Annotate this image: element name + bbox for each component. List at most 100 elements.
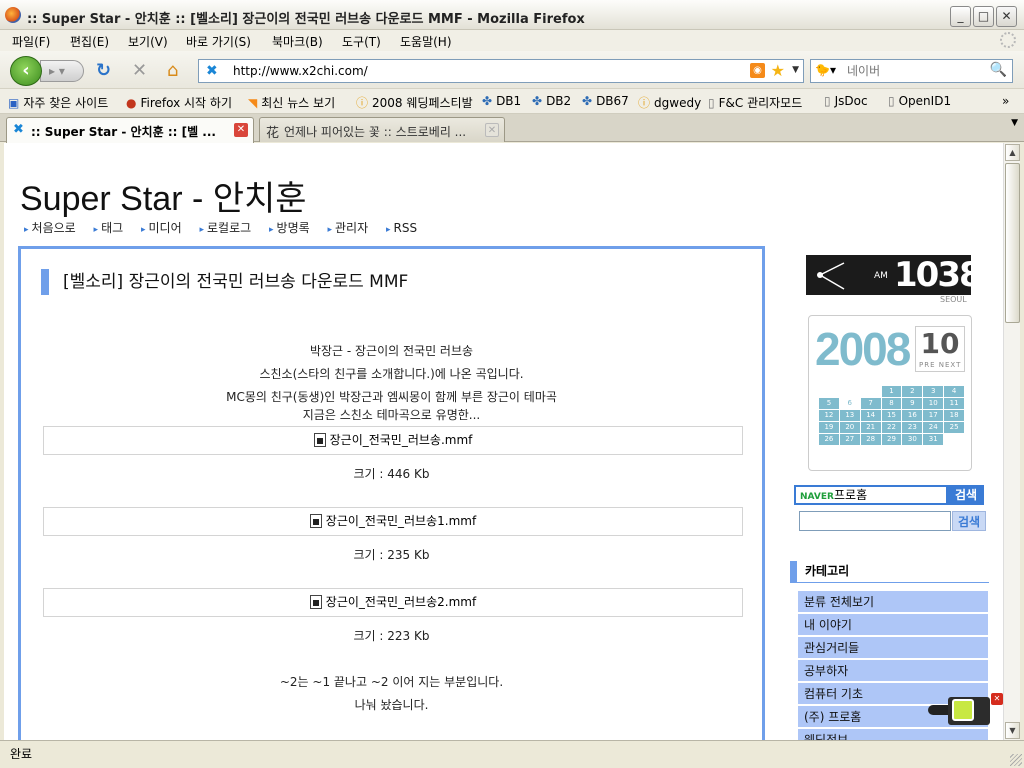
calendar-day[interactable]: 19	[819, 422, 839, 433]
calendar-day[interactable]: 30	[902, 434, 923, 445]
calendar-day[interactable]: 12	[819, 410, 839, 421]
blog-search-button[interactable]: 검색	[952, 511, 986, 531]
bookmark-star-icon[interactable]: ★	[771, 61, 785, 80]
blog-title[interactable]: Super Star - 안치훈	[20, 171, 307, 220]
calendar-day[interactable]: 25	[944, 422, 965, 433]
bookmark-item[interactable]: ✤ DB67	[582, 94, 629, 108]
calendar-day[interactable]: 22	[881, 422, 902, 433]
url-bar[interactable]: ✖ http://www.x2chi.com/ ◉ ★ ▼	[198, 59, 804, 83]
calendar-day[interactable]: 10	[923, 398, 944, 409]
bookmark-item[interactable]: ▯ JsDoc	[824, 94, 868, 108]
calendar-day[interactable]: 26	[819, 434, 839, 445]
calendar-day[interactable]: 18	[944, 410, 965, 421]
stop-icon[interactable]: ✕	[132, 61, 147, 81]
attachment-link[interactable]: 장근이_전국민_러브송1.mmf	[43, 507, 743, 536]
minimize-button[interactable]: _	[950, 6, 971, 27]
bookmark-item[interactable]: ⓘ dgwedy	[638, 94, 701, 111]
nav-media[interactable]: 미디어	[141, 219, 182, 236]
calendar-day[interactable]: 11	[944, 398, 965, 409]
bookmark-item[interactable]: ● Firefox 시작 하기	[126, 94, 232, 111]
calendar-day[interactable]: 31	[923, 434, 944, 445]
naver-search-button[interactable]: 검색	[948, 485, 984, 505]
calendar-day[interactable]: 24	[923, 422, 944, 433]
calendar-day[interactable]: 6	[839, 398, 860, 409]
calendar-day[interactable]: 5	[819, 398, 839, 409]
bookmark-item[interactable]: ✤ DB1	[482, 94, 521, 108]
nav-admin[interactable]: 관리자	[327, 219, 368, 236]
floating-note-widget[interactable]: ✕	[928, 691, 1003, 725]
close-tab-icon[interactable]: ✕	[485, 123, 499, 137]
resize-grip-icon[interactable]	[1010, 754, 1022, 766]
search-go-icon[interactable]: 🔍	[990, 62, 1007, 78]
scroll-up-icon[interactable]: ▲	[1005, 144, 1020, 161]
bookmark-item[interactable]: ▣ 자주 찾은 사이트	[8, 94, 108, 111]
bookmark-item[interactable]: ◥ 최신 뉴스 보기	[248, 94, 335, 111]
bookmarks-overflow-button[interactable]: »	[1002, 94, 1009, 108]
search-engine-icon[interactable]: 🐤▾	[815, 63, 843, 79]
calendar-day[interactable]: 23	[902, 422, 923, 433]
url-text[interactable]: http://www.x2chi.com/	[233, 64, 368, 78]
calendar-day[interactable]: 17	[923, 410, 944, 421]
close-tab-icon[interactable]: ✕	[234, 123, 248, 137]
maximize-button[interactable]: □	[973, 6, 994, 27]
category-item[interactable]: 관심거리들	[798, 637, 988, 659]
tab-list-dropdown-icon[interactable]: ▼	[1011, 118, 1018, 128]
scroll-thumb[interactable]	[1005, 163, 1020, 323]
bookmark-item[interactable]: ⓘ 2008 웨딩페스티발	[356, 94, 473, 111]
post-title[interactable]: [벨소리] 장근이의 전국민 러브송 다운로드 MMF	[41, 269, 408, 295]
calendar-day[interactable]: 7	[860, 398, 881, 409]
search-input[interactable]	[847, 63, 987, 79]
forward-button[interactable]: ▸ ▾	[40, 60, 84, 82]
attachment-link[interactable]: 장근이_전국민_러브송.mmf	[43, 426, 743, 455]
blog-search-input[interactable]	[799, 511, 951, 531]
menu-edit[interactable]: 편집(E)	[70, 33, 109, 50]
calendar-day[interactable]: 15	[881, 410, 902, 421]
rss-feed-icon[interactable]: ◉	[750, 63, 765, 78]
bookmark-item[interactable]: ▯ OpenID1	[888, 94, 951, 108]
tab-strawberry[interactable]: 花 언제나 피어있는 꽃 :: 스트로베리 ... ✕	[259, 117, 505, 142]
vertical-scrollbar[interactable]: ▲ ▼	[1003, 143, 1020, 740]
menu-view[interactable]: 보기(V)	[128, 33, 168, 50]
calendar-prev-button[interactable]: PRE	[919, 361, 936, 369]
calendar-day[interactable]: 2	[902, 386, 923, 397]
home-icon[interactable]: ⌂	[167, 61, 178, 81]
calendar-next-button[interactable]: NEXT	[939, 361, 962, 369]
bookmark-item[interactable]: ▯ F&C 관리자모드	[708, 94, 802, 111]
nav-tags[interactable]: 태그	[94, 219, 123, 236]
naver-search-input[interactable]: NAVER 프로홈	[794, 485, 948, 505]
nav-guestbook[interactable]: 방명록	[269, 219, 310, 236]
calendar-day[interactable]: 4	[944, 386, 965, 397]
note-icon[interactable]	[952, 699, 974, 721]
scroll-down-icon[interactable]: ▼	[1005, 722, 1020, 739]
back-button[interactable]: ‹	[10, 56, 42, 86]
calendar-day[interactable]: 1	[881, 386, 902, 397]
calendar-day[interactable]: 20	[839, 422, 860, 433]
reload-icon[interactable]: ↻	[96, 61, 111, 81]
category-item[interactable]: 공부하자	[798, 660, 988, 682]
calendar-day[interactable]: 9	[902, 398, 923, 409]
calendar-day[interactable]: 3	[923, 386, 944, 397]
widget-handle[interactable]	[928, 705, 950, 715]
menu-tools[interactable]: 도구(T)	[342, 33, 381, 50]
nav-rss[interactable]: RSS	[386, 221, 418, 235]
calendar-day[interactable]: 27	[839, 434, 860, 445]
tab-super-star[interactable]: ✖ :: Super Star - 안치훈 :: [벨 ... ✕	[6, 117, 254, 143]
calendar-day[interactable]: 16	[902, 410, 923, 421]
close-window-button[interactable]: ✕	[996, 6, 1017, 27]
url-history-dropdown-icon[interactable]: ▼	[792, 65, 799, 75]
attachment-link[interactable]: 장근이_전국민_러브송2.mmf	[43, 588, 743, 617]
calendar-day[interactable]: 21	[860, 422, 881, 433]
calendar-day[interactable]: 28	[860, 434, 881, 445]
calendar-day[interactable]: 29	[881, 434, 902, 445]
menu-go[interactable]: 바로 가기(S)	[186, 33, 251, 50]
widget-close-icon[interactable]: ✕	[991, 693, 1003, 705]
category-item[interactable]: 내 이야기	[798, 614, 988, 636]
category-item[interactable]: 분류 전체보기	[798, 591, 988, 613]
calendar-day[interactable]: 13	[839, 410, 860, 421]
menu-bookmarks[interactable]: 북마크(B)	[272, 33, 323, 50]
nav-locallog[interactable]: 로컬로그	[199, 219, 251, 236]
calendar-day[interactable]: 14	[860, 410, 881, 421]
calendar-day[interactable]: 8	[881, 398, 902, 409]
menu-file[interactable]: 파일(F)	[12, 33, 50, 50]
category-item[interactable]: 웨딩정보	[798, 729, 988, 740]
